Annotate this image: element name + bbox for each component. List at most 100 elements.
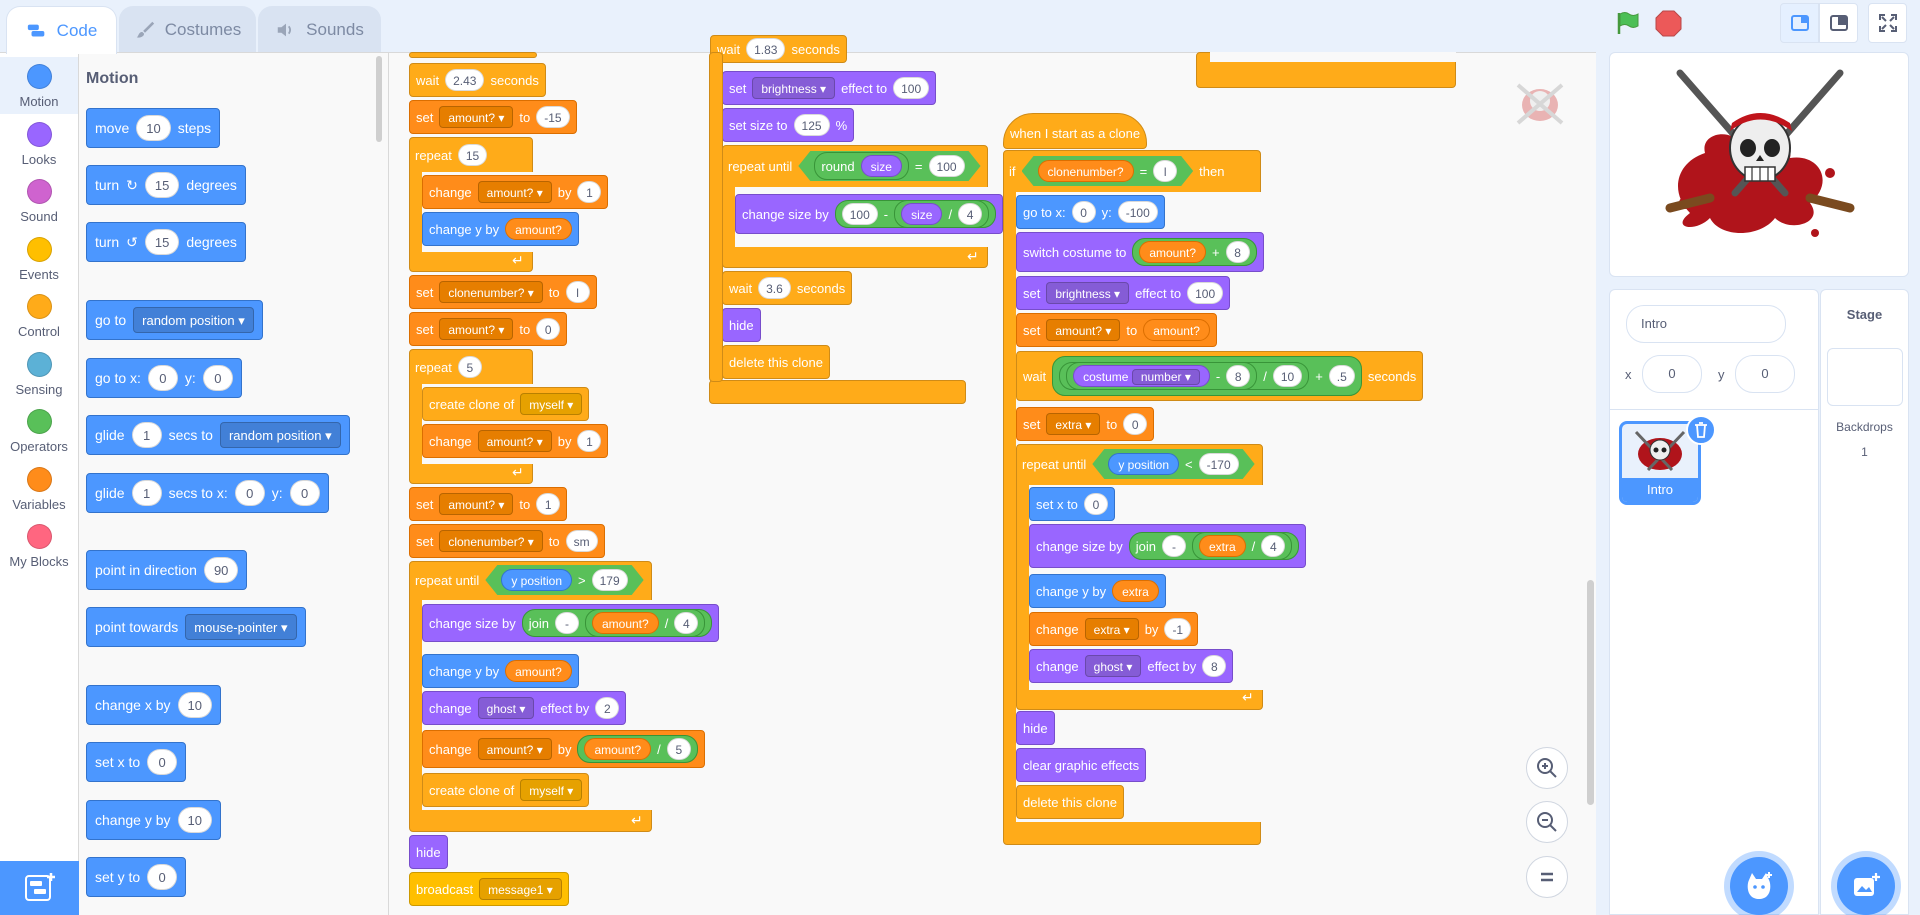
x-input[interactable]: 0: [147, 365, 178, 391]
clone-target-dropdown[interactable]: myself: [520, 393, 583, 415]
variable-dropdown[interactable]: amount?: [439, 493, 514, 515]
zoom-reset-button[interactable]: [1526, 856, 1568, 898]
y-input[interactable]: 0: [202, 365, 233, 391]
message-dropdown[interactable]: message1: [479, 878, 562, 900]
hide-block[interactable]: hide: [409, 835, 448, 869]
value-input[interactable]: -15: [536, 106, 570, 128]
category-operators[interactable]: Operators: [0, 402, 78, 459]
number-input[interactable]: 0: [147, 749, 178, 775]
text-input[interactable]: -: [1161, 535, 1186, 557]
fullscreen-button[interactable]: [1868, 3, 1907, 43]
variable-reporter[interactable]: amount?: [1139, 241, 1207, 263]
broadcast-block[interactable]: broadcast message1: [409, 872, 569, 906]
target-dropdown[interactable]: random position: [219, 422, 341, 448]
switch-costume-block[interactable]: switch costume to amount? + 8: [1016, 232, 1264, 272]
effect-dropdown[interactable]: brightness: [1046, 282, 1130, 304]
point-direction-block[interactable]: point in direction 90: [86, 550, 248, 590]
add-backdrop-button[interactable]: [1837, 857, 1895, 915]
number-input[interactable]: 1.83: [746, 38, 786, 60]
divide-operator[interactable]: extra / 4: [1191, 532, 1293, 560]
wait-block[interactable]: wait 1.83 seconds: [710, 35, 847, 63]
tab-sounds[interactable]: Sounds: [258, 6, 381, 53]
value-input[interactable]: 4: [674, 612, 699, 634]
small-stage-button[interactable]: [1780, 3, 1819, 43]
variable-dropdown[interactable]: amount?: [477, 430, 552, 452]
stage-canvas[interactable]: [1609, 52, 1909, 277]
zoom-out-button[interactable]: [1526, 801, 1568, 843]
y-position-reporter[interactable]: y position: [1108, 453, 1179, 475]
change-y-block[interactable]: change y by extra: [1029, 574, 1166, 608]
variable-reporter[interactable]: amount?: [584, 738, 652, 760]
category-sound[interactable]: Sound: [0, 172, 78, 229]
change-y-block[interactable]: change y by amount?: [422, 212, 579, 246]
value-input[interactable]: 2: [595, 697, 620, 719]
number-input[interactable]: 10: [136, 115, 171, 141]
set-y-block[interactable]: set y to 0: [86, 857, 187, 897]
create-clone-block[interactable]: create clone of myself: [422, 387, 590, 421]
count-input[interactable]: 15: [457, 144, 488, 166]
equals-condition[interactable]: clonenumber? = l: [1022, 156, 1194, 186]
value-input[interactable]: 0: [1083, 493, 1108, 515]
value-input[interactable]: 100: [1187, 282, 1224, 304]
join-operator[interactable]: join - amount? / 4: [521, 609, 713, 637]
sprite-x-input[interactable]: 0: [1642, 355, 1702, 393]
change-size-block[interactable]: change size by 100 - size / 4: [735, 194, 1004, 234]
change-variable-block[interactable]: change extra by -1: [1029, 612, 1199, 646]
change-variable-block[interactable]: change amount? by 1: [422, 175, 609, 209]
hide-block[interactable]: hide: [1016, 711, 1055, 745]
delete-clone-block[interactable]: delete this clone: [722, 345, 830, 379]
subtract-operator[interactable]: costume number - 8: [1066, 362, 1258, 390]
value-input[interactable]: 8: [1225, 241, 1250, 263]
value-input[interactable]: 179: [592, 569, 628, 591]
value-input[interactable]: 100: [929, 155, 965, 177]
set-variable-block[interactable]: set amount? to 1: [409, 487, 568, 521]
value-input[interactable]: 100: [893, 77, 930, 99]
variable-dropdown[interactable]: clonenumber?: [439, 281, 543, 303]
move-steps-block[interactable]: move 10 steps: [86, 108, 221, 148]
variable-reporter[interactable]: clonenumber?: [1038, 160, 1134, 182]
y-position-reporter[interactable]: y position: [501, 569, 572, 591]
set-size-block[interactable]: set size to 125 %: [722, 108, 855, 142]
number-input[interactable]: 15: [144, 229, 180, 255]
effect-dropdown[interactable]: ghost: [1084, 655, 1142, 677]
set-variable-block[interactable]: set clonenumber? to sm: [409, 524, 605, 558]
green-flag-icon[interactable]: [1614, 10, 1640, 36]
divide-operator[interactable]: amount? / 4: [584, 609, 706, 637]
divide-operator[interactable]: costume number - 8 / 10: [1059, 362, 1310, 390]
value-input[interactable]: -1: [1164, 618, 1192, 640]
category-variables[interactable]: Variables: [0, 460, 78, 517]
secs-input[interactable]: 1: [131, 480, 162, 506]
clear-effects-block[interactable]: clear graphic effects: [1016, 748, 1147, 782]
variable-reporter[interactable]: extra: [1198, 535, 1246, 557]
category-looks[interactable]: Looks: [0, 115, 78, 172]
set-variable-block[interactable]: set amount? to amount?: [1016, 313, 1217, 347]
value-input[interactable]: -170: [1199, 453, 1239, 475]
divide-operator[interactable]: size / 4: [894, 200, 990, 228]
normal-stage-button[interactable]: [1819, 3, 1858, 43]
stage-thumbnail[interactable]: [1827, 348, 1903, 406]
category-my-blocks[interactable]: My Blocks: [0, 517, 78, 574]
variable-reporter[interactable]: amount?: [1143, 319, 1210, 341]
zoom-in-button[interactable]: [1526, 747, 1568, 789]
variable-reporter[interactable]: amount?: [505, 660, 572, 682]
set-variable-block[interactable]: set extra to 0: [1016, 407, 1155, 441]
value-input[interactable]: 1: [536, 493, 561, 515]
script1-top-stub[interactable]: [409, 52, 537, 58]
y-input[interactable]: -100: [1117, 201, 1158, 223]
set-variable-block[interactable]: set amount? to -15: [409, 100, 577, 134]
variable-dropdown[interactable]: amount?: [439, 318, 514, 340]
add-operator[interactable]: costume number - 8 / 10 + .5: [1052, 356, 1362, 396]
sprite-y-input[interactable]: 0: [1735, 355, 1795, 393]
change-effect-block[interactable]: change ghost effect by 2: [422, 691, 627, 725]
value-input[interactable]: 100: [841, 203, 878, 225]
wait-block[interactable]: wait 3.6 seconds: [722, 271, 853, 305]
create-clone-block[interactable]: create clone of myself: [422, 773, 590, 807]
value-input[interactable]: 8: [1202, 655, 1227, 677]
variable-dropdown[interactable]: amount?: [1046, 319, 1121, 341]
value-input[interactable]: 125: [793, 114, 830, 136]
value-input[interactable]: l: [1153, 160, 1177, 182]
category-motion[interactable]: Motion: [0, 57, 78, 114]
add-operator[interactable]: amount? + 8: [1132, 238, 1257, 266]
number-input[interactable]: 15: [144, 172, 180, 198]
turn-left-block[interactable]: turn ↺ 15 degrees: [86, 222, 246, 262]
